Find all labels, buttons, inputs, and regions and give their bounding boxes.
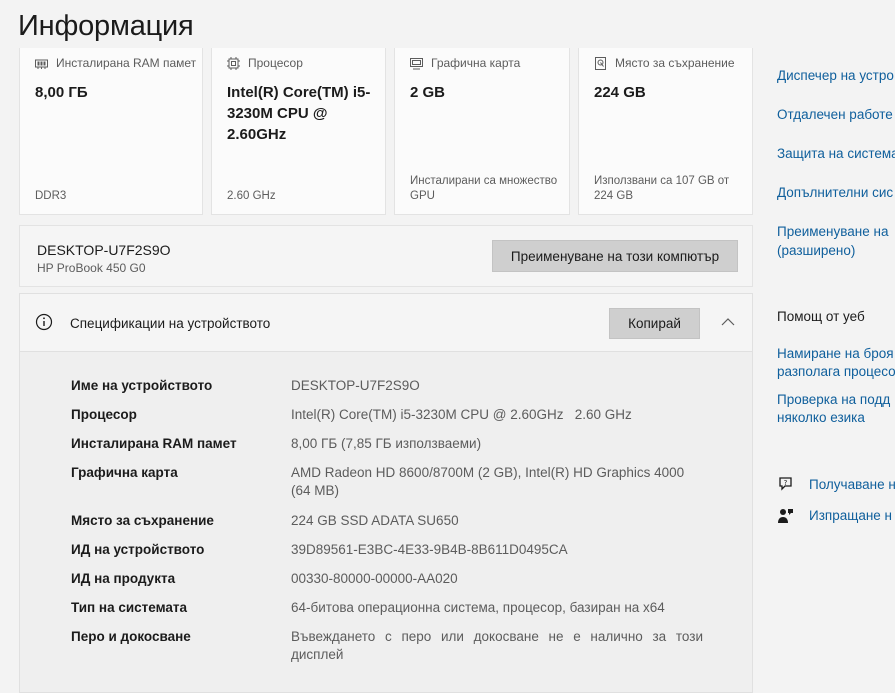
get-help-link[interactable]: Получаване н [809, 475, 895, 494]
card-gpu-footer: Инсталирани са множество GPU [410, 175, 558, 202]
page-title: Информация [18, 10, 194, 42]
card-gpu-header: Графична карта [410, 56, 520, 70]
card-cpu: Процесор Intel(R) Core(TM) i5-3230M CPU … [211, 48, 386, 215]
spec-label: Инсталирана RAM памет [71, 436, 237, 451]
hard-drive-icon [595, 56, 606, 70]
rename-pc-button[interactable]: Преименуване на този компютър [492, 240, 738, 272]
spec-label: Графична карта [71, 465, 178, 480]
card-ram-value: 8,00 ГБ [35, 84, 88, 101]
spec-value: 00330-80000-00000-AA020 [291, 571, 458, 586]
svg-text:?: ? [784, 479, 788, 487]
device-name-panel: DESKTOP-U7F2S9O HP ProBook 450 G0 Преиме… [19, 225, 753, 287]
spec-label: Перо и докосване [71, 629, 191, 644]
device-name: DESKTOP-U7F2S9O [37, 242, 171, 258]
spec-value: Intel(R) Core(TM) i5-3230M CPU @ 2.60GHz… [291, 407, 632, 422]
card-cpu-footer: 2.60 GHz [227, 190, 276, 202]
device-model: HP ProBook 450 G0 [37, 261, 146, 275]
processor-icon [227, 56, 240, 70]
spec-value: 64-битова операционна система, процесор,… [291, 600, 665, 615]
rename-advanced-link[interactable]: Преименуване на [777, 222, 888, 241]
spec-label: Място за съхранение [71, 513, 214, 528]
card-storage-header: Място за съхранение [594, 56, 735, 70]
spec-value: 8,00 ГБ (7,85 ГБ използваеми) [291, 436, 482, 451]
remote-desktop-link[interactable]: Отдалечен работе [777, 105, 893, 124]
card-gpu-value: 2 GB [410, 84, 446, 101]
spec-label: Име на устройството [71, 378, 213, 393]
device-manager-link[interactable]: Диспечер на устро [777, 66, 894, 85]
card-ram-footer: DDR3 [35, 190, 67, 202]
device-specifications-panel: Спецификации на устройството Копирай Име… [19, 293, 753, 693]
card-cpu-header: Процесор [227, 56, 303, 70]
card-storage-footer: Използвани са 107 GB от 224 GB [594, 175, 730, 202]
specs-title: Спецификации на устройството [70, 316, 271, 331]
card-gpu-title: Графична карта [431, 56, 521, 70]
help-chat-icon: ? [779, 477, 792, 491]
spec-label: Тип на системата [71, 600, 188, 615]
rename-advanced-link-line2[interactable]: (разширено) [777, 241, 855, 260]
display-icon [410, 57, 423, 69]
help-link-cores[interactable]: Намиране на броя [777, 344, 894, 363]
card-cpu-title: Процесор [248, 56, 303, 70]
copy-button[interactable]: Копирай [609, 308, 700, 339]
help-title: Помощ от уеб [777, 309, 865, 324]
spec-label: Процесор [71, 407, 137, 422]
card-gpu: Графична карта 2 GB Инсталирани са множе… [394, 48, 570, 215]
card-storage: Място за съхранение 224 GB Използвани са… [578, 48, 753, 215]
info-icon [35, 313, 53, 331]
card-ram-title: Инсталирана RAM памет [56, 56, 197, 70]
send-feedback-link[interactable]: Изпращане н [809, 506, 892, 525]
chevron-up-icon[interactable] [720, 316, 736, 328]
card-storage-title: Място за съхранение [615, 56, 735, 70]
spec-value: 39D89561-E3BC-4E33-9B4B-8B611D0495CA [291, 542, 568, 557]
spec-label: ИД на устройството [71, 542, 205, 557]
help-link-languages-line2[interactable]: няколко езика [777, 408, 865, 427]
advanced-system-settings-link[interactable]: Допълнителни сис [777, 183, 893, 202]
card-ram: Инсталирана RAM памет 8,00 ГБ DDR3 [19, 48, 203, 215]
spec-value: DESKTOP-U7F2S9O [291, 378, 420, 393]
memory-icon [35, 59, 48, 69]
spec-value: Въвеждането с перо или докосване не е на… [291, 629, 703, 662]
card-ram-header: Инсталирана RAM памет [35, 56, 196, 70]
help-link-languages[interactable]: Проверка на подд [777, 390, 890, 409]
help-link-cores-line2[interactable]: разполага процесо [777, 362, 895, 381]
system-protection-link[interactable]: Защита на система [777, 144, 895, 163]
spec-label: ИД на продукта [71, 571, 176, 586]
card-storage-value: 224 GB [594, 84, 646, 101]
card-cpu-value: Intel(R) Core(TM) i5-3230M CPU @ 2.60GHz [227, 84, 371, 143]
feedback-icon [778, 509, 793, 523]
specs-header[interactable]: Спецификации на устройството Копирай [20, 294, 752, 352]
spec-value: 224 GB SSD ADATA SU650 [291, 513, 459, 528]
spec-value: AMD Radeon HD 8600/8700M (2 GB), Intel(R… [291, 465, 685, 498]
